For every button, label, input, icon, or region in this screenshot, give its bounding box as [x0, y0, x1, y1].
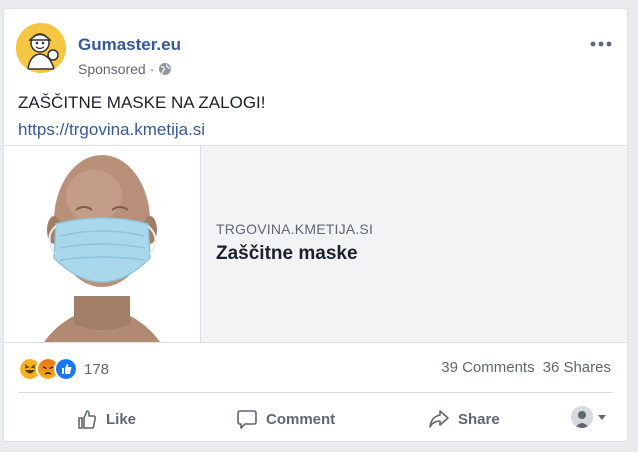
post-meta: Sponsored ·: [78, 61, 172, 77]
sponsored-label[interactable]: Sponsored: [78, 61, 146, 77]
comment-icon: [237, 410, 257, 429]
post-text: ZAŠČITNE MASKE NA ZALOGI!: [18, 93, 266, 112]
post-card: Gumaster.eu Sponsored · ZAŠČITNE MASKE N…: [3, 8, 628, 442]
preview-domain: TRGOVINA.KMETIJA.SI: [216, 221, 374, 237]
page-avatar[interactable]: [16, 23, 66, 73]
reactions-summary[interactable]: 178: [18, 357, 109, 381]
more-options-icon[interactable]: [588, 37, 614, 51]
actions-divider: [18, 392, 613, 393]
like-icon: [78, 410, 97, 429]
post-link[interactable]: https://trgovina.kmetija.si: [18, 120, 205, 140]
like-label: Like: [106, 410, 137, 428]
comments-count[interactable]: 39 Comments: [441, 359, 534, 376]
dropdown-caret-icon: [598, 415, 606, 420]
page-name-link[interactable]: Gumaster.eu: [78, 35, 181, 55]
globe-icon[interactable]: [158, 62, 172, 76]
action-bar: Like Comment Share: [18, 401, 613, 437]
preview-title[interactable]: Zaščitne maske: [216, 243, 358, 265]
comment-button[interactable]: Comment: [236, 401, 335, 437]
reaction-count[interactable]: 178: [84, 361, 109, 378]
like-button[interactable]: Like: [76, 401, 136, 437]
meta-separator: ·: [149, 61, 155, 77]
preview-image[interactable]: [4, 146, 201, 342]
user-avatar: [571, 406, 593, 428]
link-preview[interactable]: TRGOVINA.KMETIJA.SI Zaščitne maske: [4, 145, 627, 343]
like-reaction-icon: [54, 357, 78, 381]
comment-label: Comment: [266, 410, 336, 428]
engagement-counts: 39 Comments 36 Shares: [441, 359, 611, 376]
share-icon: [429, 410, 449, 428]
share-button[interactable]: Share: [428, 401, 500, 437]
share-as-selector[interactable]: [571, 406, 607, 428]
post-header: Gumaster.eu Sponsored ·: [16, 19, 616, 77]
share-label: Share: [458, 410, 500, 428]
shares-count[interactable]: 36 Shares: [543, 359, 611, 376]
